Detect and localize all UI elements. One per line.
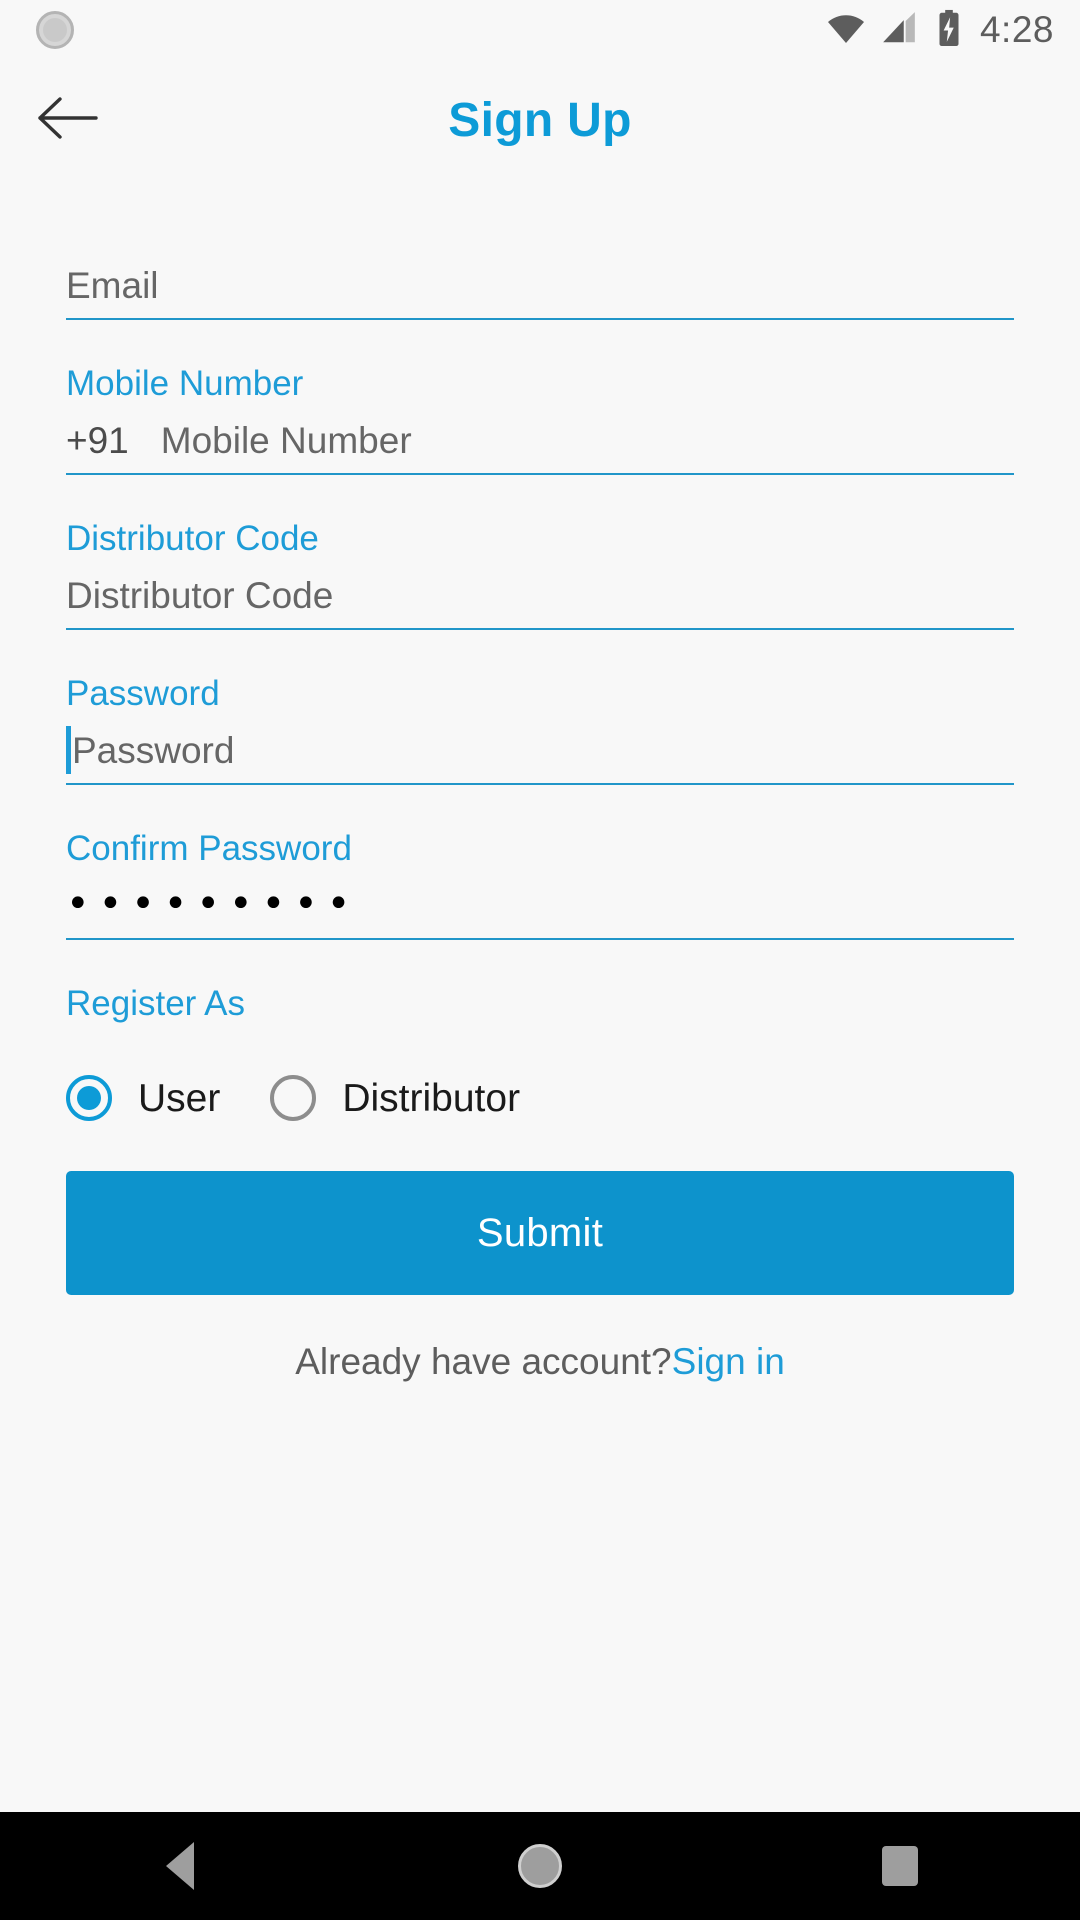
- back-button[interactable]: [30, 83, 104, 157]
- confirm-password-input[interactable]: •••••••••: [66, 866, 1014, 940]
- status-bar-right: 4:28: [826, 8, 1054, 53]
- wifi-icon: [826, 8, 866, 53]
- radio-dot-distributor: [281, 1086, 305, 1110]
- distributor-code-input[interactable]: Distributor Code: [66, 556, 1014, 630]
- confirm-password-value: •••••••••: [66, 881, 360, 927]
- signup-screen: 4:28 Sign Up Email Mobile Number +91 Mob: [0, 0, 1080, 1920]
- mobile-placeholder: Mobile Number: [160, 420, 412, 461]
- cellular-signal-icon: [880, 9, 918, 52]
- nav-home-icon: [518, 1844, 562, 1888]
- distributor-code-label: Distributor Code: [66, 519, 319, 558]
- radio-option-user[interactable]: User: [66, 1075, 220, 1121]
- nav-home-button[interactable]: [480, 1812, 600, 1920]
- arrow-left-icon: [36, 95, 98, 146]
- app-bar: Sign Up: [0, 60, 1080, 180]
- radio-dot-user: [77, 1086, 101, 1110]
- field-password: Password Password: [66, 630, 1014, 785]
- field-email: Email: [66, 180, 1014, 320]
- battery-charging-icon: [932, 9, 966, 52]
- field-register-as: Register As User Distributor: [66, 940, 1014, 1121]
- sync-circle-icon: [36, 11, 74, 49]
- nav-recents-button[interactable]: [840, 1812, 960, 1920]
- nav-back-button[interactable]: [120, 1812, 240, 1920]
- page-title: Sign Up: [448, 93, 632, 147]
- status-bar-left: [36, 11, 74, 49]
- distributor-code-placeholder: Distributor Code: [66, 575, 334, 616]
- signup-form: Email Mobile Number +91 Mobile Number Di…: [0, 180, 1080, 1920]
- confirm-password-label: Confirm Password: [66, 829, 352, 868]
- radio-icon-user: [66, 1075, 112, 1121]
- field-confirm-password: Confirm Password •••••••••: [66, 785, 1014, 940]
- nav-back-icon: [166, 1842, 194, 1890]
- status-bar-clock: 4:28: [979, 8, 1054, 50]
- email-input[interactable]: Email: [66, 246, 1014, 320]
- radio-label-user: User: [138, 1076, 221, 1120]
- field-mobile: Mobile Number +91 Mobile Number: [66, 320, 1014, 475]
- text-cursor: [66, 726, 71, 774]
- email-placeholder: Email: [66, 265, 159, 306]
- country-code-prefix: +91: [66, 420, 129, 461]
- already-have-account-text: Already have account?: [295, 1341, 672, 1382]
- password-placeholder: Password: [72, 730, 235, 771]
- radio-option-distributor[interactable]: Distributor: [270, 1075, 520, 1121]
- register-as-label: Register As: [66, 984, 245, 1023]
- password-input[interactable]: Password: [66, 711, 1014, 785]
- field-distributor-code: Distributor Code Distributor Code: [66, 475, 1014, 630]
- submit-button[interactable]: Submit: [66, 1171, 1014, 1295]
- signin-row: Already have account?Sign in: [66, 1343, 1014, 1380]
- mobile-label: Mobile Number: [66, 364, 304, 403]
- status-bar: 4:28: [0, 0, 1080, 60]
- nav-recents-icon: [882, 1846, 918, 1886]
- android-navigation-bar: [0, 1812, 1080, 1920]
- radio-icon-distributor: [270, 1075, 317, 1121]
- password-label: Password: [66, 674, 220, 713]
- radio-label-distributor: Distributor: [342, 1076, 521, 1120]
- mobile-input[interactable]: +91 Mobile Number: [66, 401, 1014, 475]
- signin-link[interactable]: Sign in: [672, 1341, 785, 1382]
- register-as-radio-group: User Distributor: [66, 1021, 1014, 1121]
